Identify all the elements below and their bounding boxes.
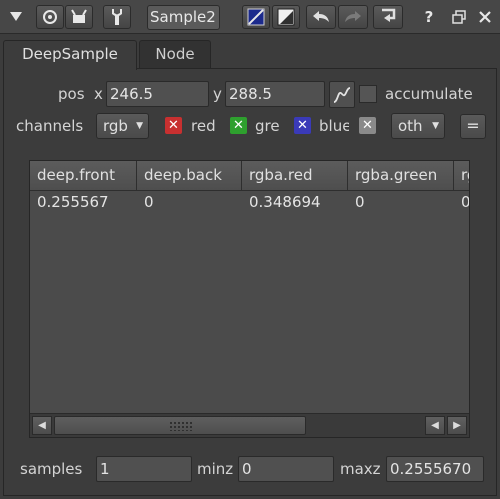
table-cell: 0 [144, 193, 154, 211]
maxz-field[interactable]: 0.2555670 [386, 456, 484, 482]
node-color-icon[interactable] [65, 5, 93, 29]
channel-set-dropdown[interactable]: rgb ▼ [96, 113, 149, 139]
column-header[interactable]: rgba.red [242, 161, 348, 191]
pos-x-label: x [94, 85, 103, 103]
revert-icon[interactable] [373, 5, 403, 29]
grip-icon [169, 421, 193, 431]
center-on-node-icon[interactable] [36, 5, 64, 29]
samples-field[interactable]: 1 [96, 456, 192, 482]
accumulate-checkbox[interactable] [359, 85, 377, 103]
accumulate-label: accumulate [385, 85, 473, 103]
table-header: deep.front deep.back rgba.red rgba.green… [30, 161, 469, 191]
green-channel-label: gre [255, 117, 280, 135]
node-toolbar: Sample2 ? [0, 0, 500, 34]
wrench-icon[interactable] [103, 5, 131, 29]
other-channel-value: oth [398, 117, 423, 135]
other-channel-dropdown[interactable]: oth ▼ [391, 113, 445, 139]
animation-curve-icon[interactable] [329, 81, 355, 108]
table-cell: 0 [461, 193, 470, 211]
table-cell: 0.348694 [249, 193, 321, 211]
column-header[interactable]: deep.front [30, 161, 137, 191]
scrollbar-thumb[interactable] [54, 416, 306, 435]
pos-y-label: y [213, 85, 222, 103]
pos-y-field[interactable]: 288.5 [225, 81, 325, 107]
chevron-down-icon: ▼ [432, 121, 439, 131]
samples-table: deep.front deep.back rgba.red rgba.green… [29, 160, 470, 438]
input-color-icon[interactable] [242, 5, 270, 29]
chevron-down-icon: ▼ [136, 121, 143, 131]
tab-node[interactable]: Node [139, 40, 211, 68]
equals-button[interactable]: = [460, 114, 486, 139]
table-cell: 0.255567 [37, 193, 109, 211]
pos-label: pos [58, 85, 85, 103]
node-name-field[interactable]: Sample2 [147, 5, 220, 30]
table-cell: 0 [355, 193, 365, 211]
float-panel-icon[interactable] [450, 5, 468, 29]
samples-label: samples [20, 460, 83, 478]
minz-field[interactable]: 0 [238, 456, 334, 482]
scroll-right-icon[interactable]: ▶ [447, 416, 467, 435]
channel-set-value: rgb [103, 117, 128, 135]
collapse-triangle-icon[interactable] [6, 5, 26, 29]
blue-channel-checkbox-icon[interactable]: ✕ [294, 117, 311, 134]
column-header[interactable]: rgba.green [348, 161, 454, 191]
column-header[interactable]: deep.back [137, 161, 242, 191]
close-icon[interactable] [476, 5, 494, 29]
minz-label: minz [197, 460, 234, 478]
help-icon[interactable]: ? [420, 5, 438, 29]
tab-deepsample[interactable]: DeepSample [3, 40, 137, 70]
gl-color-icon[interactable] [272, 5, 300, 29]
channels-label: channels [16, 117, 84, 135]
undo-icon[interactable] [306, 5, 336, 29]
scroll-left-icon[interactable]: ◀ [32, 416, 52, 435]
blue-channel-label: blue [319, 117, 349, 135]
redo-icon[interactable] [338, 5, 368, 29]
other-channel-checkbox-icon[interactable]: ✕ [359, 117, 376, 134]
red-channel-label: red [191, 117, 216, 135]
pos-x-field[interactable]: 246.5 [106, 81, 209, 107]
red-channel-checkbox-icon[interactable]: ✕ [165, 117, 182, 134]
column-header[interactable]: rgba.blue [454, 161, 469, 191]
horizontal-scrollbar[interactable]: ◀ ◀ ▶ [30, 413, 469, 437]
maxz-label: maxz [340, 460, 381, 478]
green-channel-checkbox-icon[interactable]: ✕ [230, 117, 247, 134]
scroll-left-icon[interactable]: ◀ [425, 416, 445, 435]
